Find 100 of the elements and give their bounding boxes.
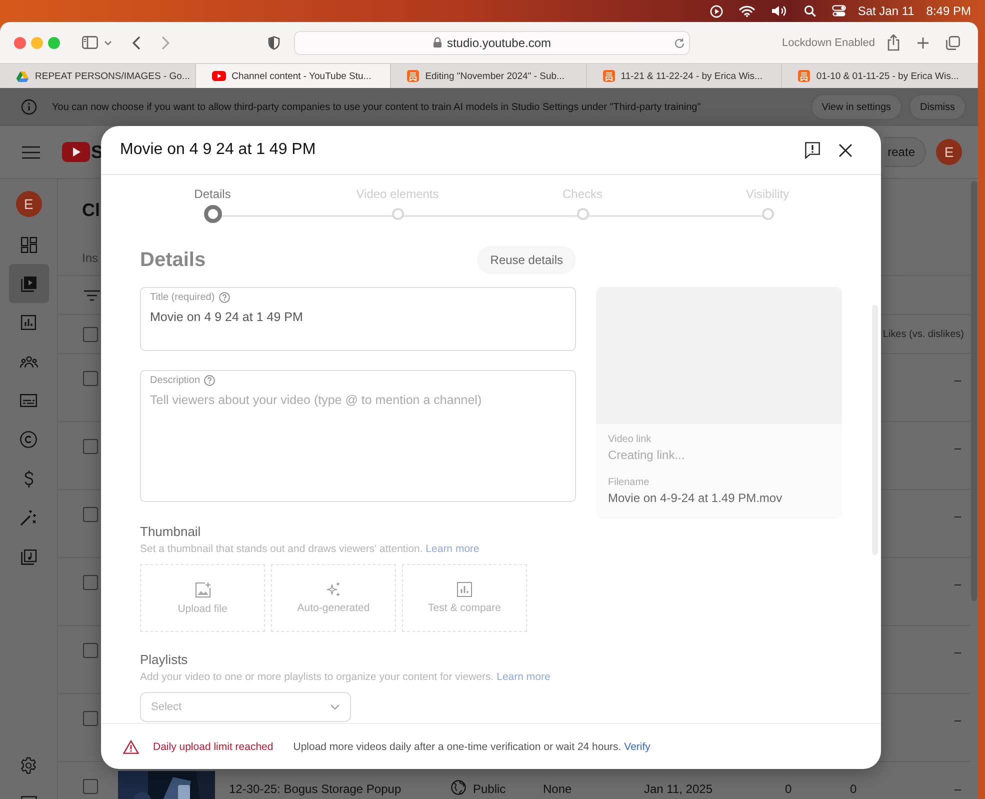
upload-limit-title: Daily upload limit reached [153, 740, 274, 752]
row-checkbox[interactable] [83, 643, 98, 658]
nav-item[interactable] [8, 264, 48, 303]
likes-cell: – [954, 782, 961, 796]
notice-text: You can now choose if you want to allow third-party companies to use your content to train AI models in Studio Settings under "Third-party training" [52, 102, 701, 112]
warning-icon [123, 740, 139, 754]
volume-icon[interactable] [770, 5, 788, 17]
share-icon[interactable] [887, 34, 900, 51]
music-library-icon [20, 548, 36, 564]
people-icon [20, 356, 38, 368]
address-bar[interactable]: studio.youtube.com [294, 30, 690, 54]
table-cell: – [954, 441, 961, 455]
menu-icon[interactable] [22, 146, 40, 158]
search-icon[interactable] [804, 5, 816, 17]
sidebar-icon[interactable] [82, 36, 98, 49]
youtube-icon [212, 71, 226, 81]
section-heading: Details [140, 248, 206, 272]
table-cell: – [954, 645, 961, 659]
bookmark-icon [407, 70, 420, 82]
step-label[interactable]: Details [194, 187, 231, 201]
forward-icon[interactable] [161, 36, 170, 50]
title-field[interactable]: Title (required) Movie on 4 9 24 at 1 49 PM [140, 287, 576, 351]
row-checkbox[interactable] [83, 371, 98, 386]
subtitles-icon [20, 394, 37, 407]
comments-cell-text: 0 [850, 782, 858, 796]
close-icon[interactable] [839, 144, 852, 156]
analytics-icon [21, 315, 36, 330]
lockdown-label: Lockdown Enabled [782, 36, 875, 48]
select-all-checkbox[interactable] [83, 326, 98, 342]
play-logo-icon [62, 142, 90, 162]
channel-avatar[interactable]: E [16, 191, 42, 217]
column-header[interactable]: Likes (vs. dislikes) [882, 328, 964, 340]
thumbnail-option[interactable]: Auto-generated [271, 564, 396, 632]
learn-more-link[interactable]: Learn more [496, 671, 550, 683]
description-field[interactable]: Description Tell viewers about your video (type @ to mention a channel) [140, 370, 576, 502]
play-circle-icon[interactable] [710, 4, 723, 18]
video-link-label: Video link [608, 434, 652, 445]
bookmark-icon [798, 70, 810, 82]
back-icon[interactable] [132, 36, 141, 50]
learn-more-link[interactable]: Learn more [426, 543, 480, 555]
banner-button[interactable]: View in settings [810, 94, 902, 120]
chart-icon [457, 582, 472, 597]
table-cell: – [954, 509, 961, 523]
url-text: studio.youtube.com [446, 36, 552, 50]
verify-link[interactable]: Verify [624, 740, 650, 752]
menu-bar-time[interactable]: 8:49 PM [926, 4, 971, 18]
menu-bar-date[interactable]: Sat Jan 11 [858, 4, 914, 18]
reload-icon[interactable] [674, 38, 685, 48]
zoom-button[interactable] [48, 36, 60, 48]
help-icon[interactable] [218, 292, 230, 303]
copyright-icon [20, 431, 37, 448]
video-title[interactable]: 12-30-25: Bogus Storage Popup [229, 782, 434, 796]
control-center-icon[interactable] [832, 5, 846, 17]
row-checkbox[interactable] [83, 507, 98, 522]
restrictions-cell-text: None [543, 782, 573, 796]
help-icon[interactable] [204, 375, 216, 386]
chevron-down-icon [330, 704, 340, 710]
wifi-icon[interactable] [738, 5, 755, 17]
reuse-details-button[interactable]: Reuse details [477, 246, 576, 274]
date-cell-text: Jan 11, 2025 [644, 782, 714, 796]
field-label: Description [150, 375, 200, 386]
info-icon [21, 99, 37, 115]
playlists-description: Add your video to one or more playlists to organize your content for viewers. Learn more [140, 671, 552, 683]
thumbnail-option[interactable]: Upload file [140, 564, 265, 632]
filename-value: Movie on 4-9-24 at 1.49 PM.mov [608, 491, 784, 505]
row-checkbox[interactable] [83, 711, 98, 726]
step-indicator[interactable] [204, 205, 222, 223]
sparkle-icon [326, 582, 341, 597]
chevron-down-icon[interactable] [104, 40, 112, 46]
create-button[interactable]: reate [884, 137, 926, 167]
filename-label: Filename [608, 477, 650, 488]
bookmark-icon [602, 70, 615, 82]
table-cell: – [954, 713, 961, 727]
table-cell: – [954, 373, 961, 387]
content-tab[interactable]: Ins [82, 251, 98, 265]
row-checkbox[interactable] [83, 439, 98, 454]
upload-limit-message: Upload more videos daily after a one-time verification or wait 24 hours. Verify [293, 740, 650, 752]
tab-overview-icon[interactable] [946, 36, 960, 50]
browser-tab[interactable]: Channel content - YouTube Stu... [196, 64, 392, 88]
title-value: Movie on 4 9 24 at 1 49 PM [150, 310, 304, 324]
description-placeholder: Tell viewers about your video (type @ to mention a channel) [150, 393, 483, 407]
shield-icon[interactable] [268, 36, 280, 50]
thumbnail-description: Set a thumbnail that stands out and draws viewers' attention. Learn more [140, 543, 480, 555]
new-tab-icon[interactable] [917, 36, 929, 48]
avatar[interactable]: E [936, 139, 962, 165]
feedback-icon[interactable] [805, 142, 820, 158]
video-link-value: Creating link... [608, 448, 686, 462]
row-checkbox[interactable] [83, 575, 98, 590]
playlists-heading: Playlists [140, 652, 189, 667]
row-checkbox[interactable] [83, 779, 98, 794]
visibility-cell-text: Public [473, 782, 507, 796]
image-upload-icon [194, 582, 210, 598]
thumbnail-heading: Thumbnail [140, 524, 202, 539]
filter-icon[interactable] [84, 290, 100, 300]
close-button[interactable] [14, 36, 26, 48]
banner-button[interactable]: Dismiss [909, 94, 966, 120]
playlist-dropdown[interactable]: Select [140, 692, 351, 722]
page-title: Cl [82, 200, 100, 220]
globe-icon [451, 780, 466, 795]
thumbnail-option[interactable]: Test & compare [402, 564, 527, 632]
